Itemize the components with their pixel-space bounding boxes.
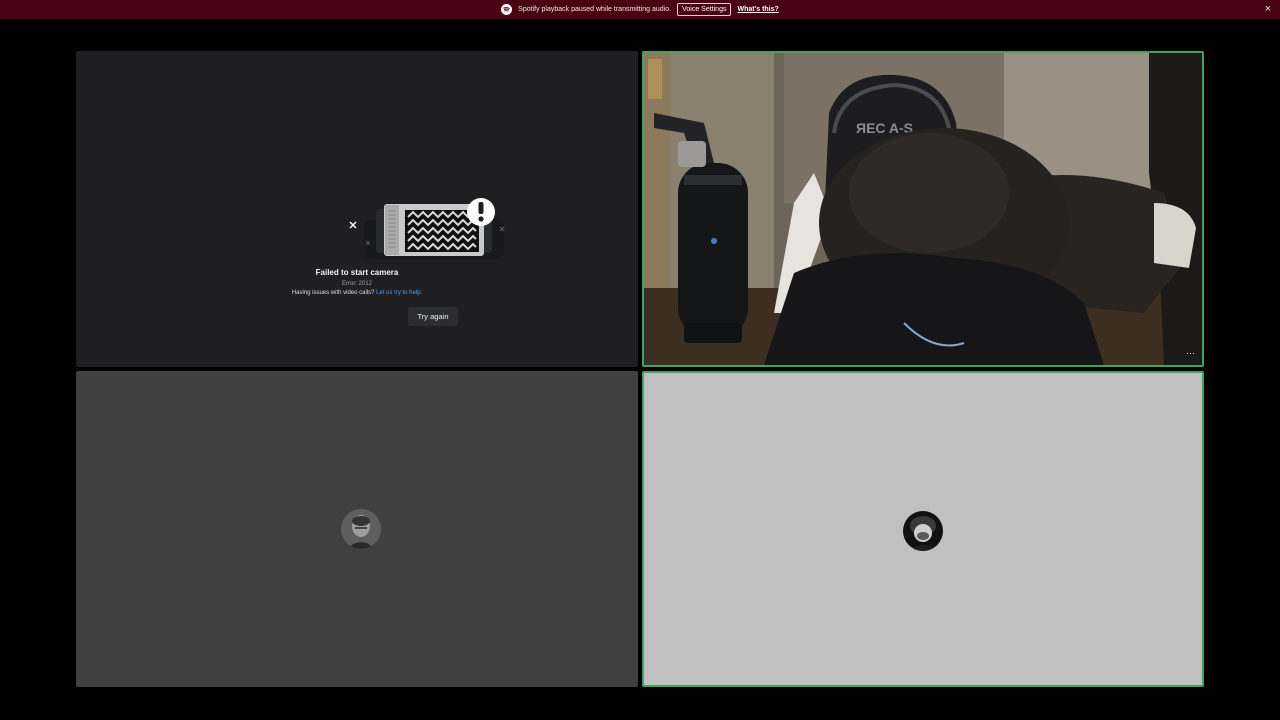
error-help: Having issues with video calls? Let us t… xyxy=(76,290,638,296)
user-avatar-icon xyxy=(903,511,943,551)
participant-tile-speaking[interactable] xyxy=(642,371,1204,687)
webcam-feed: ЯEC A-S xyxy=(644,53,1202,365)
error-code: Error: 2012 xyxy=(341,281,372,287)
close-icon[interactable]: × xyxy=(1265,3,1271,15)
broken-camera-icon xyxy=(349,198,505,259)
error-title: Failed to start camera xyxy=(315,268,399,277)
notice-content: Spotify playback paused while transmitti… xyxy=(501,3,779,16)
camera-error-tile: Failed to start camera Error: 2012 Havin… xyxy=(76,51,638,367)
video-tile[interactable]: ЯEC A-S ··· xyxy=(642,51,1204,367)
more-options-icon[interactable]: ··· xyxy=(1186,349,1195,358)
notice-bar: Spotify playback paused while transmitti… xyxy=(0,0,1280,19)
participant-tile[interactable] xyxy=(76,371,638,687)
spotify-icon xyxy=(501,4,513,15)
user-avatar-icon xyxy=(341,509,381,549)
voice-settings-button[interactable]: Voice Settings xyxy=(677,3,732,16)
help-link[interactable]: Let us try to help. xyxy=(376,290,422,296)
notice-text: Spotify playback paused while transmitti… xyxy=(518,6,672,13)
try-again-button[interactable]: Try again xyxy=(408,307,458,326)
help-text: Having issues with video calls? xyxy=(291,290,375,296)
whats-this-link[interactable]: What's this? xyxy=(737,6,778,13)
